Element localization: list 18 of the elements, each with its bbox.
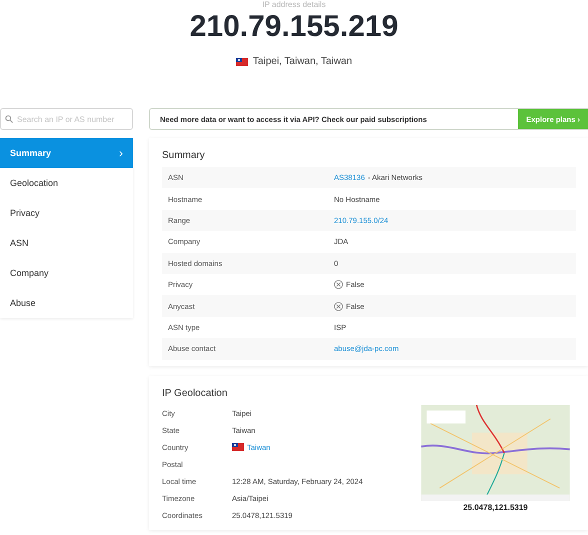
search-field[interactable]: Search an IP or AS number <box>0 108 133 130</box>
cross-circle-icon <box>334 302 343 311</box>
sidebar-item[interactable]: Privacy <box>0 198 133 228</box>
ip-address: 210.79.155.219 <box>190 10 398 44</box>
sidebar-item[interactable]: Summary › <box>0 138 133 168</box>
sidebar-item[interactable]: ASN <box>0 228 133 258</box>
sidebar-item[interactable]: Abuse <box>0 288 133 318</box>
sidebar-item[interactable]: Company <box>0 258 133 288</box>
section-title: IP Geolocation <box>162 388 228 399</box>
section-title: Summary <box>162 150 206 161</box>
flag-icon <box>236 58 248 66</box>
location-text: Taipei, Taiwan, Taiwan <box>252 56 352 67</box>
sidebar-item[interactable]: Geolocation <box>0 168 133 198</box>
map-coordinates: 25.0478,121.5319 <box>463 502 528 513</box>
page-subtitle: IP address details <box>262 0 326 10</box>
cross-circle-icon <box>334 280 343 290</box>
flag-icon <box>232 443 244 452</box>
search-icon <box>5 115 13 123</box>
